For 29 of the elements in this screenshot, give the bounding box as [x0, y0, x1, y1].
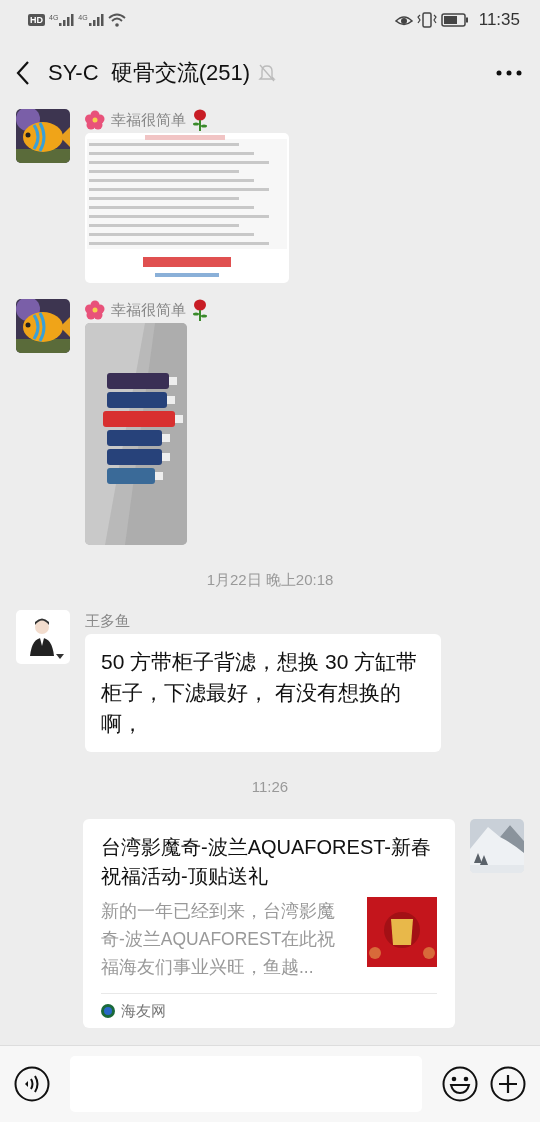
flower-icon	[85, 110, 105, 130]
sender-name: 王多鱼	[85, 611, 130, 631]
signal-icon	[59, 14, 75, 26]
more-button[interactable]	[496, 70, 522, 76]
sender-name: 幸福很简单	[111, 300, 186, 320]
link-title: 台湾影魔奇-波兰AQUAFOREST-新春祝福活动-顶贴送礼	[101, 835, 432, 889]
emoji-button[interactable]	[442, 1066, 478, 1102]
message-bubble: 50 方带柜子背滤，想换 30 方缸带柜子，下滤最好， 有没有想换的啊，	[85, 634, 441, 752]
timestamp: 11:26	[251, 778, 289, 795]
back-button[interactable]	[16, 60, 30, 86]
sender-name: 幸福很简单	[111, 110, 186, 130]
link-card[interactable]: 台湾影魔奇-波兰AQUAFOREST-新春祝福活动-顶贴送礼 新的一年已经到来，台湾影魔奇-波兰AQUAFOREST在此祝福海友们事业兴旺，鱼越... 海友网	[83, 819, 455, 1028]
add-button[interactable]	[490, 1066, 526, 1102]
timestamp: 1月22日 晚上20:18	[206, 571, 334, 590]
rose-icon	[192, 299, 208, 321]
signal-icon	[88, 14, 104, 26]
flower-icon	[85, 300, 105, 320]
clock: 11:35	[478, 10, 520, 30]
eye-icon	[394, 13, 413, 27]
hd-badge: HD	[28, 14, 45, 26]
rose-icon	[192, 109, 208, 131]
chat-title: SY-C 硬骨交流(251)	[48, 59, 251, 87]
link-summary: 新的一年已经到来，台湾影魔奇-波兰AQUAFOREST在此祝福海友们事业兴旺，鱼越...	[101, 900, 337, 979]
voice-button[interactable]	[14, 1066, 50, 1102]
source-name: 海友网	[121, 1001, 166, 1021]
vibrate-icon	[416, 12, 437, 28]
wifi-icon	[107, 13, 126, 27]
battery-icon	[440, 13, 469, 27]
globe-icon	[101, 1004, 115, 1018]
